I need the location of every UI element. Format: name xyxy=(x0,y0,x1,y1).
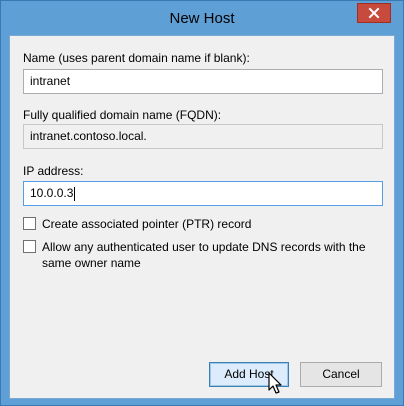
fqdn-label: Fully qualified domain name (FQDN): xyxy=(23,108,222,122)
cancel-button[interactable]: Cancel xyxy=(300,362,382,387)
ip-address-input[interactable]: 10.0.0.3 xyxy=(23,181,383,206)
mouse-pointer-icon xyxy=(268,372,282,394)
ip-address-value: 10.0.0.3 xyxy=(30,186,74,200)
ptr-record-checkbox[interactable] xyxy=(23,217,36,230)
dialog-title: New Host xyxy=(169,10,235,27)
allow-update-checkbox[interactable] xyxy=(23,240,36,253)
ptr-record-label: Create associated pointer (PTR) record xyxy=(42,217,252,231)
ptr-record-option[interactable]: Create associated pointer (PTR) record xyxy=(23,216,383,234)
allow-update-label: Allow any authenticated user to update D… xyxy=(42,240,366,270)
close-icon xyxy=(368,7,380,19)
name-input[interactable]: intranet xyxy=(23,69,383,94)
title-bar[interactable]: New Host xyxy=(1,1,403,35)
name-label: Name (uses parent domain name if blank): xyxy=(23,51,250,65)
close-button[interactable] xyxy=(357,3,391,23)
text-caret xyxy=(74,186,76,201)
allow-update-option[interactable]: Allow any authenticated user to update D… xyxy=(23,239,383,273)
ip-address-label: IP address: xyxy=(23,164,84,178)
new-host-dialog: New Host Name (uses parent domain name i… xyxy=(0,0,404,406)
fqdn-field: intranet.contoso.local. xyxy=(23,124,383,149)
dialog-body: Name (uses parent domain name if blank):… xyxy=(9,35,395,399)
